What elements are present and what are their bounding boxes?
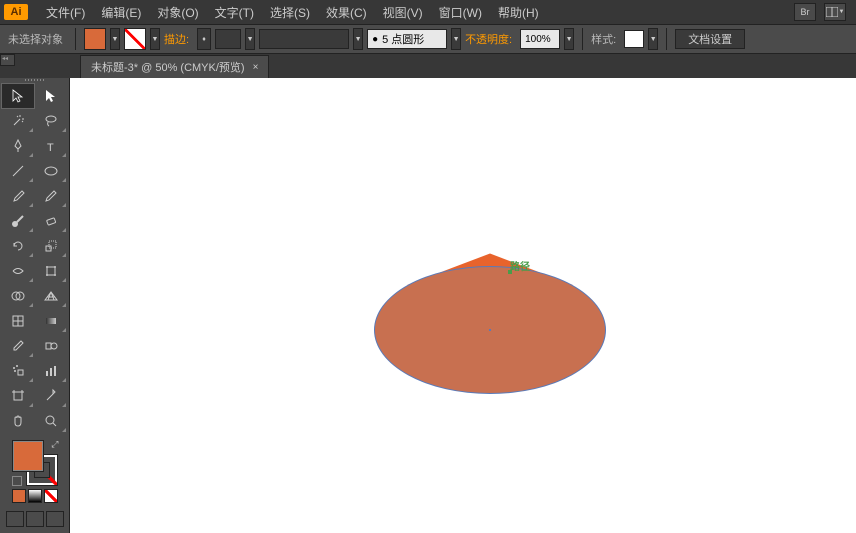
ellipse-center-point: [489, 329, 491, 331]
menu-object[interactable]: 对象(O): [149, 4, 206, 21]
ellipse-shape-tool[interactable]: [35, 159, 67, 183]
none-mode-button[interactable]: [44, 489, 58, 503]
paintbrush-tool[interactable]: [2, 184, 34, 208]
document-tab-bar: 未标题-3* @ 50% (CMYK/预览) ×: [0, 54, 856, 78]
brush-definition-dropdown[interactable]: ● 5 点圆形: [367, 29, 447, 49]
artboard[interactable]: 路径: [70, 78, 856, 533]
scale-tool[interactable]: [35, 234, 67, 258]
rotate-tool[interactable]: [2, 234, 34, 258]
style-label: 样式:: [591, 31, 616, 47]
stroke-profile-arrow[interactable]: ▼: [353, 28, 363, 50]
default-fill-stroke-icon[interactable]: [12, 476, 22, 486]
ellipse-shape[interactable]: [374, 266, 606, 394]
line-tool[interactable]: [2, 159, 34, 183]
pen-tool[interactable]: [2, 134, 34, 158]
menu-effect[interactable]: 效果(C): [318, 4, 375, 21]
type-tool[interactable]: T: [35, 134, 67, 158]
bridge-button[interactable]: Br: [794, 3, 816, 21]
slice-tool[interactable]: [35, 384, 67, 408]
draw-inside-button[interactable]: [46, 511, 64, 527]
gradient-tool[interactable]: [35, 309, 67, 333]
selection-status-label: 未选择对象: [8, 31, 63, 47]
panel-collapse-handle[interactable]: [0, 54, 15, 66]
symbol-sprayer-tool[interactable]: [2, 359, 34, 383]
svg-text:T: T: [47, 142, 54, 154]
color-mode-button[interactable]: [12, 489, 26, 503]
shape-builder-tool[interactable]: [2, 284, 34, 308]
brush-definition-arrow[interactable]: ▼: [451, 28, 461, 50]
stroke-label: 描边:: [164, 31, 189, 47]
menu-file[interactable]: 文件(F): [38, 4, 93, 21]
control-bar: 未选择对象 ▼ ▼ 描边: ♦ ▼ ▼ ● 5 点圆形 ▼ 不透明度: 100%…: [0, 24, 856, 54]
swap-fill-stroke-icon[interactable]: ⤢: [51, 439, 58, 450]
arrange-documents-button[interactable]: ▼: [824, 3, 846, 21]
stroke-profile-dropdown[interactable]: [259, 29, 349, 49]
stroke-weight-stepper[interactable]: ♦: [197, 28, 211, 50]
graphic-style-dropdown[interactable]: ▼: [648, 28, 658, 50]
menu-select[interactable]: 选择(S): [262, 4, 318, 21]
draw-behind-button[interactable]: [26, 511, 44, 527]
stroke-dropdown[interactable]: ▼: [150, 28, 160, 50]
menu-type[interactable]: 文字(T): [207, 4, 262, 21]
selection-tool[interactable]: [2, 84, 34, 108]
magic-wand-tool[interactable]: [2, 109, 34, 133]
hand-tool[interactable]: [2, 409, 34, 433]
pencil-tool[interactable]: [35, 184, 67, 208]
zoom-tool[interactable]: [35, 409, 67, 433]
artboard-tool[interactable]: [2, 384, 34, 408]
menu-help[interactable]: 帮助(H): [490, 4, 547, 21]
document-tab[interactable]: 未标题-3* @ 50% (CMYK/预览) ×: [80, 55, 269, 78]
stroke-weight-dropdown[interactable]: ▼: [245, 28, 255, 50]
opacity-dropdown[interactable]: ▼: [564, 28, 574, 50]
fill-indicator[interactable]: [13, 441, 43, 471]
canvas-area[interactable]: 路径: [70, 78, 856, 533]
menu-bar: Ai 文件(F) 编辑(E) 对象(O) 文字(T) 选择(S) 效果(C) 视…: [0, 0, 856, 24]
blob-brush-tool[interactable]: [2, 209, 34, 233]
stroke-weight-input[interactable]: [215, 29, 241, 49]
lasso-tool[interactable]: [35, 109, 67, 133]
app-logo: Ai: [4, 4, 28, 20]
draw-normal-button[interactable]: [6, 511, 24, 527]
smart-guide-label: 路径: [510, 258, 530, 273]
toolbox: T ⤢: [0, 78, 70, 533]
width-tool[interactable]: [2, 259, 34, 283]
opacity-label: 不透明度:: [465, 31, 512, 47]
eraser-tool[interactable]: [35, 209, 67, 233]
direct-selection-tool[interactable]: [35, 84, 67, 108]
fill-stroke-indicator[interactable]: ⤢: [13, 441, 57, 485]
graphic-style-swatch[interactable]: [624, 30, 644, 48]
document-tab-title: 未标题-3* @ 50% (CMYK/预览): [91, 59, 245, 75]
blend-tool[interactable]: [35, 334, 67, 358]
stroke-color-swatch[interactable]: [124, 28, 146, 50]
menu-edit[interactable]: 编辑(E): [93, 4, 149, 21]
column-graph-tool[interactable]: [35, 359, 67, 383]
menu-window[interactable]: 窗口(W): [431, 4, 490, 21]
perspective-grid-tool[interactable]: [35, 284, 67, 308]
fill-dropdown[interactable]: ▼: [110, 28, 120, 50]
menu-view[interactable]: 视图(V): [375, 4, 431, 21]
workspace: T ⤢: [0, 78, 856, 533]
fill-color-swatch[interactable]: [84, 28, 106, 50]
opacity-input[interactable]: 100%: [520, 29, 560, 49]
eyedropper-tool[interactable]: [2, 334, 34, 358]
gradient-mode-button[interactable]: [28, 489, 42, 503]
mesh-tool[interactable]: [2, 309, 34, 333]
free-transform-tool[interactable]: [35, 259, 67, 283]
document-setup-button[interactable]: 文档设置: [675, 29, 745, 49]
close-tab-icon[interactable]: ×: [253, 62, 259, 73]
